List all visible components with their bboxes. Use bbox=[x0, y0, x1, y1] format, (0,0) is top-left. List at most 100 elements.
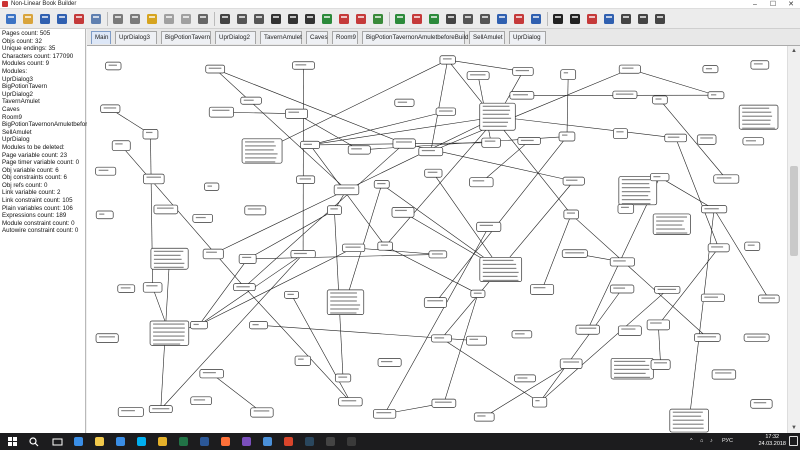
skype-app[interactable] bbox=[135, 435, 148, 448]
page-link[interactable] bbox=[309, 144, 386, 247]
page-node[interactable] bbox=[652, 213, 691, 235]
page-node[interactable] bbox=[233, 283, 256, 292]
page-node[interactable] bbox=[738, 104, 779, 130]
edit-button[interactable] bbox=[320, 12, 334, 26]
clock[interactable]: 17:32 24.03.2018 bbox=[758, 434, 786, 448]
page-link[interactable] bbox=[659, 176, 715, 210]
graph-canvas[interactable] bbox=[87, 46, 787, 433]
page-node[interactable] bbox=[190, 396, 212, 406]
chrome-app[interactable] bbox=[156, 435, 169, 448]
page-node[interactable] bbox=[575, 324, 600, 335]
page-node[interactable] bbox=[481, 137, 501, 148]
page-node[interactable] bbox=[511, 330, 533, 339]
page-node[interactable] bbox=[423, 297, 447, 308]
page-node[interactable] bbox=[190, 320, 208, 330]
page-node[interactable] bbox=[249, 321, 268, 330]
page-node[interactable] bbox=[435, 107, 457, 116]
page-node[interactable] bbox=[612, 90, 638, 99]
tab-room9[interactable]: Room9 bbox=[332, 31, 358, 44]
page-node[interactable] bbox=[562, 176, 585, 186]
image-button[interactable] bbox=[337, 12, 351, 26]
page-node[interactable] bbox=[338, 397, 363, 407]
page-node[interactable] bbox=[664, 133, 687, 143]
page-graph[interactable] bbox=[87, 46, 787, 433]
window-button[interactable] bbox=[444, 12, 458, 26]
page-node[interactable] bbox=[392, 138, 416, 149]
page-link[interactable] bbox=[441, 338, 540, 403]
paste-button[interactable] bbox=[179, 12, 193, 26]
page-node[interactable] bbox=[244, 205, 267, 216]
page-node[interactable] bbox=[424, 168, 443, 178]
scroll-up-button[interactable]: ▲ bbox=[788, 46, 800, 56]
page-link[interactable] bbox=[215, 68, 347, 191]
notification-icon[interactable] bbox=[789, 436, 798, 446]
page-node[interactable] bbox=[296, 175, 316, 184]
scroll-thumb[interactable] bbox=[790, 166, 798, 256]
page-link[interactable] bbox=[353, 247, 438, 255]
page-node[interactable] bbox=[142, 282, 163, 293]
page-node[interactable] bbox=[431, 398, 457, 408]
page-node[interactable] bbox=[342, 243, 366, 253]
page-node[interactable] bbox=[476, 221, 502, 232]
page-node[interactable] bbox=[517, 136, 541, 145]
page-node[interactable] bbox=[750, 399, 773, 409]
page-link[interactable] bbox=[629, 68, 717, 96]
maximize-button[interactable]: ☐ bbox=[764, 0, 782, 9]
tray-icon[interactable]: ^ bbox=[690, 436, 693, 447]
page-node[interactable] bbox=[701, 205, 728, 214]
variables-button[interactable] bbox=[602, 12, 616, 26]
page-node[interactable] bbox=[509, 91, 535, 100]
page-node[interactable] bbox=[117, 407, 144, 417]
page-node[interactable] bbox=[750, 60, 770, 70]
page-node[interactable] bbox=[512, 67, 534, 76]
terminal-app[interactable] bbox=[324, 435, 337, 448]
export-button[interactable] bbox=[72, 12, 86, 26]
page-node[interactable] bbox=[334, 373, 352, 383]
page-node[interactable] bbox=[617, 325, 642, 337]
page-node[interactable] bbox=[707, 243, 730, 253]
page-node[interactable] bbox=[646, 319, 670, 331]
page-node[interactable] bbox=[617, 203, 635, 214]
page-link[interactable] bbox=[484, 363, 572, 418]
page-node[interactable] bbox=[377, 358, 402, 367]
page-node[interactable] bbox=[373, 409, 397, 419]
arrow-tool-button[interactable] bbox=[269, 12, 283, 26]
page-link[interactable] bbox=[497, 116, 676, 139]
page-node[interactable] bbox=[148, 405, 173, 414]
vertical-scrollbar[interactable]: ▲ ▼ bbox=[787, 46, 800, 433]
task-view-button[interactable] bbox=[51, 435, 64, 448]
page-link[interactable] bbox=[566, 74, 569, 137]
page-node[interactable] bbox=[241, 138, 283, 164]
page-node[interactable] bbox=[707, 91, 725, 100]
tab-caves[interactable]: Caves bbox=[306, 31, 328, 44]
page-node[interactable] bbox=[250, 407, 274, 418]
redo-button[interactable] bbox=[128, 12, 142, 26]
page-node[interactable] bbox=[466, 335, 487, 346]
settings-button[interactable] bbox=[585, 12, 599, 26]
page-link[interactable] bbox=[713, 209, 770, 300]
page-link[interactable] bbox=[244, 143, 405, 288]
page-node[interactable] bbox=[696, 134, 717, 145]
page-link[interactable] bbox=[211, 373, 263, 413]
page-link[interactable] bbox=[658, 324, 661, 365]
tab-tavernamulet[interactable]: TavernAmulet bbox=[260, 31, 302, 44]
folder-up-button[interactable] bbox=[252, 12, 266, 26]
tab-sellamulet[interactable]: SellAmulet bbox=[469, 31, 505, 44]
page-node[interactable] bbox=[563, 209, 580, 220]
app-dark[interactable] bbox=[345, 435, 358, 448]
page-node[interactable] bbox=[294, 355, 312, 366]
tray-icon[interactable]: ♪ bbox=[710, 436, 713, 447]
page-node[interactable] bbox=[418, 147, 444, 157]
check-button[interactable] bbox=[427, 12, 441, 26]
page-link[interactable] bbox=[539, 288, 623, 403]
page-node[interactable] bbox=[391, 206, 415, 218]
delete-button[interactable] bbox=[354, 12, 368, 26]
terminal-button[interactable] bbox=[636, 12, 650, 26]
select-tool-button[interactable] bbox=[286, 12, 300, 26]
word-app[interactable] bbox=[198, 435, 211, 448]
page-node[interactable] bbox=[758, 294, 780, 304]
page-node[interactable] bbox=[650, 173, 670, 182]
page-node[interactable] bbox=[431, 334, 452, 343]
crop-button[interactable] bbox=[303, 12, 317, 26]
start-button[interactable] bbox=[6, 435, 19, 448]
